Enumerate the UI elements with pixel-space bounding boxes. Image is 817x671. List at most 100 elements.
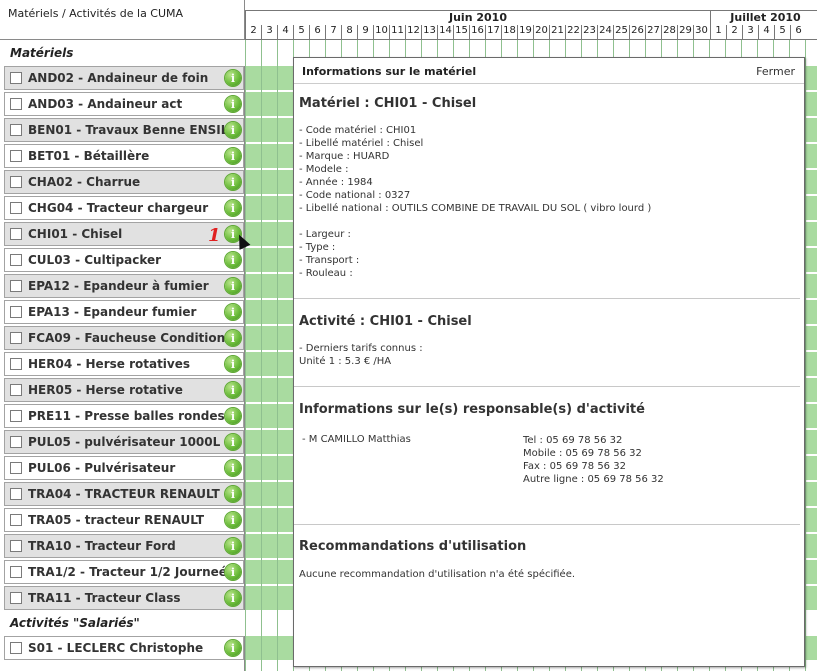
day-header: 3 [742, 25, 758, 40]
info-icon[interactable]: i [225, 252, 241, 268]
select-checkbox[interactable] [10, 280, 22, 292]
info-icon[interactable]: i [225, 278, 241, 294]
select-checkbox[interactable] [10, 540, 22, 552]
select-checkbox[interactable] [10, 202, 22, 214]
detail-line: Autre ligne : 05 69 78 56 32 [523, 474, 664, 485]
info-icon[interactable]: i [225, 304, 241, 320]
materiel-row: TRA05 - tracteur RENAULT i [4, 508, 244, 532]
activite-details: - Derniers tarifs connus : Unité 1 : 5.3 … [299, 342, 423, 368]
select-checkbox[interactable] [10, 72, 22, 84]
materiel-row: HER05 - Herse rotative i [4, 378, 244, 402]
materiel-label: TRA05 - tracteur RENAULT [28, 513, 205, 527]
detail-line: - Rouleau : [299, 268, 353, 279]
materiel-row: TRA10 - Tracteur Ford i [4, 534, 244, 558]
materiel-label: CHA02 - Charrue [28, 175, 141, 189]
info-icon[interactable]: i [225, 382, 241, 398]
grid-line [277, 40, 278, 671]
equipment-info-popup: Informations sur le matériel Fermer Maté… [293, 57, 805, 667]
detail-line: - Marque : HUARD [299, 151, 390, 162]
info-icon[interactable]: i [225, 434, 241, 450]
materiel-label: TRA04 - TRACTEUR RENAULT [28, 487, 220, 501]
day-header: 1 [710, 25, 726, 40]
grid-line [261, 40, 262, 671]
detail-line: - Derniers tarifs connus : [299, 343, 423, 354]
select-checkbox[interactable] [10, 228, 22, 240]
select-checkbox[interactable] [10, 332, 22, 344]
info-icon[interactable]: i [225, 96, 241, 112]
detail-line: - Année : 1984 [299, 177, 373, 188]
info-icon[interactable]: i [225, 200, 241, 216]
select-checkbox[interactable] [10, 488, 22, 500]
detail-line: Unité 1 : 5.3 € /HA [299, 356, 392, 367]
day-header: 15 [453, 25, 469, 40]
day-header: 21 [549, 25, 565, 40]
materiel-label: CHG04 - Tracteur chargeur [28, 201, 209, 215]
select-checkbox[interactable] [10, 176, 22, 188]
info-icon[interactable]: i [225, 148, 241, 164]
select-checkbox[interactable] [10, 254, 22, 266]
select-checkbox[interactable] [10, 642, 22, 654]
select-checkbox[interactable] [10, 566, 22, 578]
info-icon[interactable]: i [225, 122, 241, 138]
info-icon[interactable]: i [225, 70, 241, 86]
annotation-marker: 1 [208, 225, 221, 246]
salarie-row: S01 - LECLERC Christophe i [4, 636, 244, 660]
materiel-label: TRA11 - Tracteur Class [28, 591, 181, 605]
day-header: 5 [293, 25, 309, 40]
materiel-row: CUL03 - Cultipacker i [4, 248, 244, 272]
day-header: 6 [309, 25, 325, 40]
materiel-row: PRE11 - Presse balles rondes i [4, 404, 244, 428]
info-icon[interactable]: i [225, 460, 241, 476]
select-checkbox[interactable] [10, 358, 22, 370]
info-icon[interactable]: i [225, 564, 241, 580]
info-icon[interactable]: i [225, 408, 241, 424]
detail-line: - Type : [299, 242, 336, 253]
detail-line: - Libellé national : OUTILS COMBINE DE T… [299, 203, 652, 214]
select-checkbox[interactable] [10, 124, 22, 136]
materiel-row: AND02 - Andaineur de foin i [4, 66, 244, 90]
select-checkbox[interactable] [10, 150, 22, 162]
materiel-row: PUL05 - pulvérisateur 1000L i [4, 430, 244, 454]
materiel-row: HER04 - Herse rotatives i [4, 352, 244, 376]
detail-line: - Transport : [299, 255, 360, 266]
select-checkbox[interactable] [10, 462, 22, 474]
day-header: 14 [437, 25, 453, 40]
select-checkbox[interactable] [10, 98, 22, 110]
separator [294, 386, 800, 387]
popup-title: Informations sur le matériel [302, 65, 477, 78]
separator [294, 524, 800, 525]
detail-line: - Libellé matériel : Chisel [299, 138, 424, 149]
info-icon[interactable]: i [225, 486, 241, 502]
select-checkbox[interactable] [10, 384, 22, 396]
day-header: 2 [245, 25, 261, 40]
info-icon[interactable]: i [225, 174, 241, 190]
materiel-label: PUL06 - Pulvérisateur [28, 461, 176, 475]
info-icon[interactable]: i [225, 590, 241, 606]
materiel-row: BEN01 - Travaux Benne ENSILAGEi [4, 118, 244, 142]
info-icon[interactable]: i [225, 538, 241, 554]
salarie-label: S01 - LECLERC Christophe [28, 641, 204, 655]
grid-line [245, 40, 246, 671]
detail-line: - Code matériel : CHI01 [299, 125, 417, 136]
materiel-row: AND03 - Andaineur act i [4, 92, 244, 116]
day-header: 7 [325, 25, 341, 40]
select-checkbox[interactable] [10, 514, 22, 526]
select-checkbox[interactable] [10, 436, 22, 448]
info-icon[interactable]: i [225, 330, 241, 346]
day-header: 8 [341, 25, 357, 40]
materiel-label: CHI01 - Chisel [28, 227, 123, 241]
close-button[interactable]: Fermer [756, 65, 795, 78]
select-checkbox[interactable] [10, 306, 22, 318]
materiel-label: PRE11 - Presse balles rondes [28, 409, 225, 423]
list-header: Matériels / Activités de la CUMA [0, 0, 245, 40]
day-header: 2 [726, 25, 742, 40]
materiel-label: HER04 - Herse rotatives [28, 357, 191, 371]
info-icon[interactable]: i [225, 356, 241, 372]
info-icon[interactable]: i [225, 640, 241, 656]
info-icon[interactable]: i [225, 512, 241, 528]
day-header: 24 [597, 25, 613, 40]
select-checkbox[interactable] [10, 592, 22, 604]
materiel-label: TRA1/2 - Tracteur 1/2 Journeé [28, 565, 225, 579]
select-checkbox[interactable] [10, 410, 22, 422]
equipment-list-panel: Matériels / Activités de la CUMA Matérie… [0, 0, 245, 671]
